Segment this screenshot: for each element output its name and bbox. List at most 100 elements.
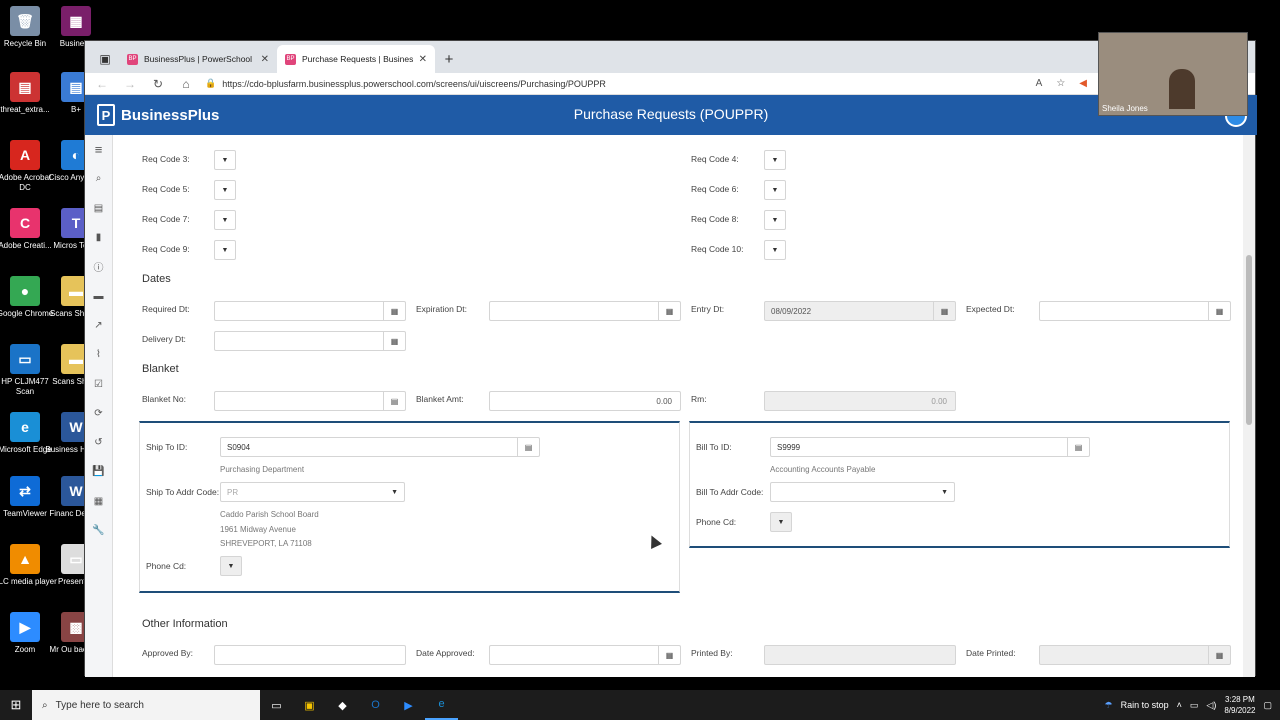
- task-view-icon[interactable]: ▭: [260, 690, 293, 720]
- lookup-icon[interactable]: ▤: [1067, 438, 1089, 456]
- expiration-dt-input[interactable]: ▦: [489, 301, 681, 321]
- req-code-7-dropdown[interactable]: ▼: [214, 210, 236, 230]
- lookup-icon[interactable]: ▤: [383, 392, 405, 410]
- weather-text[interactable]: Rain to stop: [1121, 700, 1169, 710]
- network-icon[interactable]: ▭: [1190, 700, 1199, 711]
- other-info-section-title: Other Information: [142, 618, 228, 630]
- sync-icon[interactable]: ⟳: [85, 399, 112, 428]
- ship-to-id-input[interactable]: S0904 ▤: [220, 437, 540, 457]
- back-icon[interactable]: ←: [93, 77, 111, 91]
- video-call-overlay[interactable]: Sheila Jones: [1098, 32, 1248, 116]
- clock-date: 8/9/2022: [1224, 706, 1256, 715]
- calendar-icon[interactable]: ▦: [933, 302, 955, 320]
- blanket-no-input[interactable]: ▤: [214, 391, 406, 411]
- info-icon[interactable]: ⓘ: [85, 252, 112, 281]
- favorite-icon[interactable]: ☆: [1056, 78, 1065, 89]
- calendar-icon[interactable]: ▦: [658, 646, 680, 664]
- req-code-10-dropdown[interactable]: ▼: [764, 240, 786, 260]
- participant-name: Sheila Jones: [1102, 104, 1148, 113]
- delivery-dt-input[interactable]: ▦: [214, 331, 406, 351]
- calendar-icon[interactable]: ▦: [658, 302, 680, 320]
- url-field[interactable]: 🔒 https://cdo-bplusfarm.businessplus.pow…: [205, 78, 1026, 89]
- req-code-9-dropdown[interactable]: ▼: [214, 240, 236, 260]
- logo-mark-icon: P: [97, 104, 115, 126]
- participant-video: [1169, 69, 1195, 109]
- outlook-icon[interactable]: O: [359, 690, 392, 720]
- calendar-icon[interactable]: ▦: [1208, 646, 1230, 664]
- date-approved-label: Date Approved:: [416, 648, 475, 658]
- businessplus-logo[interactable]: P BusinessPlus: [97, 104, 219, 126]
- approved-by-label: Approved By:: [142, 648, 194, 658]
- forward-icon[interactable]: →: [121, 77, 139, 91]
- tools-icon[interactable]: 🔧: [85, 516, 112, 545]
- blanket-no-label: Blanket No:: [142, 394, 186, 404]
- calendar-icon[interactable]: ▦: [383, 302, 405, 320]
- blanket-section-title: Blanket: [142, 363, 179, 375]
- req-code-5-label: Req Code 5:: [142, 184, 190, 194]
- printed-by-input: [764, 645, 956, 665]
- bill-to-id-input[interactable]: S9999 ▤: [770, 437, 1090, 457]
- calendar-icon[interactable]: ▦: [1208, 302, 1230, 320]
- desktop-app-icon: ▦: [61, 6, 91, 36]
- calendar-icon[interactable]: ▦: [383, 332, 405, 350]
- comment-icon[interactable]: ▬: [85, 281, 112, 310]
- volume-icon[interactable]: ◁): [1206, 700, 1216, 711]
- desktop-app-icon: ▶: [10, 612, 40, 642]
- external-link-icon[interactable]: ↗: [85, 311, 112, 340]
- req-code-4-dropdown[interactable]: ▼: [764, 150, 786, 170]
- lookup-icon[interactable]: ▤: [517, 438, 539, 456]
- undo-icon[interactable]: ↺: [85, 428, 112, 457]
- scrollbar-thumb[interactable]: [1246, 255, 1252, 425]
- tab-businessplus-powerschool[interactable]: BP BusinessPlus | PowerSchool ✕: [119, 45, 277, 73]
- close-tab-icon[interactable]: ✕: [261, 54, 269, 65]
- blanket-amt-input[interactable]: 0.00: [489, 391, 681, 411]
- req-code-3-dropdown[interactable]: ▼: [214, 150, 236, 170]
- save-icon[interactable]: 💾: [85, 457, 112, 486]
- req-code-8-label: Req Code 8:: [691, 214, 739, 224]
- req-code-8-dropdown[interactable]: ▼: [764, 210, 786, 230]
- edge-icon[interactable]: e: [425, 690, 458, 720]
- businessplus-favicon-icon: BP: [285, 53, 296, 65]
- store-icon[interactable]: ▣: [293, 690, 326, 720]
- close-tab-icon[interactable]: ✕: [419, 54, 427, 65]
- required-dt-input[interactable]: ▦: [214, 301, 406, 321]
- desktop-app-icon: A: [10, 140, 40, 170]
- windows-start-icon[interactable]: ⊞: [0, 690, 32, 720]
- search-icon[interactable]: ⌕: [85, 164, 112, 193]
- expected-dt-input[interactable]: ▦: [1039, 301, 1231, 321]
- chevron-up-icon[interactable]: ˄: [1177, 700, 1182, 710]
- desktop-app-icon: ▭: [10, 344, 40, 374]
- ship-to-addr-code-select[interactable]: PR ▼: [220, 482, 405, 502]
- desktop-app-icon: ▲: [10, 544, 40, 574]
- bill-to-phone-dropdown[interactable]: ▼: [770, 512, 792, 532]
- new-tab-button[interactable]: +: [435, 45, 463, 73]
- date-approved-input[interactable]: ▦: [489, 645, 681, 665]
- taskbar-search[interactable]: ⌕ Type here to search: [32, 690, 260, 720]
- menu-icon[interactable]: ≡: [85, 135, 112, 164]
- book-icon[interactable]: ▮: [85, 223, 112, 252]
- attachment-icon[interactable]: ⌇: [85, 340, 112, 369]
- read-aloud-icon[interactable]: A: [1036, 78, 1043, 89]
- vertical-scrollbar[interactable]: [1243, 135, 1255, 677]
- zoom-icon[interactable]: ▶: [392, 690, 425, 720]
- table-icon[interactable]: ▦: [85, 487, 112, 516]
- ship-to-phone-dropdown[interactable]: ▼: [220, 556, 242, 576]
- tab-actions-icon[interactable]: ▣: [91, 45, 119, 73]
- app-icon[interactable]: ◆: [326, 690, 359, 720]
- extension-icon[interactable]: ◀: [1079, 78, 1087, 89]
- approved-by-input[interactable]: [214, 645, 406, 665]
- app-header: P BusinessPlus Purchase Requests (POUPPR…: [85, 95, 1257, 135]
- req-code-5-dropdown[interactable]: ▼: [214, 180, 236, 200]
- clock[interactable]: 3:28 PM 8/9/2022: [1224, 694, 1255, 716]
- refresh-icon[interactable]: ↻: [149, 77, 167, 91]
- document-icon[interactable]: ▤: [85, 194, 112, 223]
- calendar-check-icon[interactable]: ☑: [85, 369, 112, 398]
- entry-dt-input[interactable]: 08/09/2022 ▦: [764, 301, 956, 321]
- notifications-icon[interactable]: ▢: [1263, 700, 1272, 711]
- ship-to-id-label: Ship To ID:: [146, 442, 188, 452]
- bill-to-addr-code-select[interactable]: ▼: [770, 482, 955, 502]
- blanket-amt-label: Blanket Amt:: [416, 394, 464, 404]
- req-code-6-dropdown[interactable]: ▼: [764, 180, 786, 200]
- tab-purchase-requests[interactable]: BP Purchase Requests | BusinessPlu ✕: [277, 45, 435, 73]
- home-icon[interactable]: ⌂: [177, 77, 195, 91]
